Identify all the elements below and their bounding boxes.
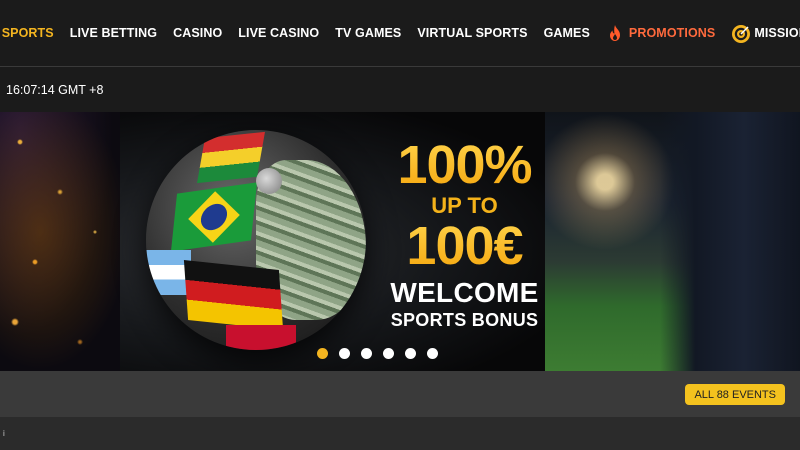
nav-label: SPORTS	[1, 26, 54, 40]
nav-item-virtual-sports[interactable]: VIRTUAL SPORTS	[409, 26, 535, 40]
flame-icon	[606, 24, 624, 42]
nav-label: MISSIONS	[754, 26, 800, 40]
content-strip: i	[0, 417, 800, 450]
carousel-dot[interactable]	[339, 348, 350, 359]
promo-banner[interactable]: 100% UP TO 100€ WELCOME SPORTS BONUS	[0, 112, 800, 371]
businessman-image	[660, 112, 800, 371]
clock: 16:07:14 GMT +8	[6, 82, 104, 97]
carousel-dot[interactable]	[383, 348, 394, 359]
carousel-dot[interactable]	[427, 348, 438, 359]
carousel-dot[interactable]	[317, 348, 328, 359]
marker-text: i	[3, 429, 5, 438]
nav-item-casino[interactable]: CASINO	[165, 26, 230, 40]
football-image	[146, 130, 366, 350]
promo-headline: 100%	[382, 138, 547, 192]
nav-item-missions[interactable]: MISSIONS	[723, 24, 800, 43]
top-navigation: SPORTS LIVE BETTING CASINO LIVE CASINO T…	[0, 0, 800, 67]
nav-item-tv-games[interactable]: TV GAMES	[327, 26, 409, 40]
target-icon	[731, 24, 751, 43]
nav-label: CASINO	[173, 26, 223, 40]
time-bar: 16:07:14 GMT +8	[0, 67, 800, 112]
all-events-button[interactable]: ALL 88 EVENTS	[685, 384, 785, 405]
promo-text: 100% UP TO 100€ WELCOME SPORTS BONUS	[382, 138, 547, 329]
nav-item-sports[interactable]: SPORTS	[0, 26, 62, 40]
nav-item-live-casino[interactable]: LIVE CASINO	[230, 26, 327, 40]
sparkle-background	[0, 112, 130, 371]
nav-label: GAMES	[543, 26, 590, 40]
nav-label: TV GAMES	[335, 26, 402, 40]
nav-label: VIRTUAL SPORTS	[417, 26, 528, 40]
promo-line1: WELCOME	[390, 277, 539, 308]
carousel-dot[interactable]	[405, 348, 416, 359]
nav-item-games[interactable]: GAMES	[536, 26, 598, 40]
promo-subhead: UP TO	[431, 193, 498, 218]
nav-item-live-betting[interactable]: LIVE BETTING	[62, 26, 165, 40]
events-bar: ALL 88 EVENTS	[0, 371, 800, 417]
nav-item-promotions[interactable]: PROMOTIONS	[598, 24, 723, 42]
stadium-image	[545, 112, 800, 371]
nav-label: LIVE CASINO	[238, 26, 320, 40]
nav-label: PROMOTIONS	[628, 26, 716, 40]
carousel-dot[interactable]	[361, 348, 372, 359]
carousel-dots	[317, 348, 438, 359]
nav-list: SPORTS LIVE BETTING CASINO LIVE CASINO T…	[0, 24, 800, 43]
promo-line2: SPORTS BONUS	[390, 310, 539, 330]
nav-label: LIVE BETTING	[69, 26, 158, 40]
promo-amount: 100€	[382, 219, 547, 273]
